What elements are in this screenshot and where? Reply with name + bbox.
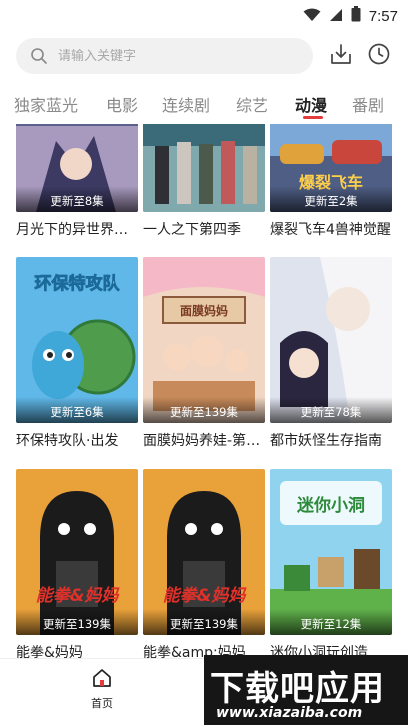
poster-text: 能拳&妈妈	[163, 586, 248, 606]
home-icon	[91, 669, 113, 693]
episode-badge: 更新至6集	[16, 397, 138, 423]
video-poster[interactable]: 能拳&妈妈 更新至139集	[16, 469, 138, 635]
history-button[interactable]	[365, 42, 393, 70]
video-grid: 更新至8集 月光下的异世界之旅 一人之下第四季 爆裂飞车 更新至2集 爆裂飞车4…	[0, 124, 408, 658]
video-title: 月光下的异世界之旅	[16, 222, 138, 238]
tab-exclusive-bluray[interactable]: 独家蓝光	[14, 92, 78, 116]
video-poster[interactable]: 爆裂飞车 更新至2集	[270, 124, 392, 212]
history-icon	[367, 42, 391, 70]
episode-badge: 更新至2集	[270, 186, 392, 212]
episode-badge: 更新至8集	[16, 186, 138, 212]
episode-badge: 更新至139集	[16, 609, 138, 635]
download-icon	[329, 42, 353, 70]
download-button[interactable]	[327, 42, 355, 70]
video-poster[interactable]: 迷你小洞 更新至12集	[270, 469, 392, 635]
video-poster[interactable]: 更新至8集	[16, 124, 138, 212]
tab-movies[interactable]: 电影	[106, 92, 138, 116]
video-title: 都市妖怪生存指南	[270, 433, 382, 449]
watermark-text: 下载吧应用	[210, 669, 385, 709]
battery-icon	[351, 6, 361, 26]
video-poster[interactable]: 更新至78集	[270, 257, 392, 423]
tab-variety[interactable]: 综艺	[236, 92, 268, 116]
search-bar[interactable]	[16, 38, 313, 74]
tab-bangumi[interactable]: 番剧	[352, 92, 384, 116]
tab-anime[interactable]: 动漫	[295, 92, 327, 116]
status-bar: 7:57	[0, 0, 408, 30]
video-card[interactable]: 更新至8集 月光下的异世界之旅	[16, 124, 138, 239]
search-icon	[30, 47, 48, 65]
video-poster[interactable]: 面膜妈妈 更新至139集	[143, 257, 265, 423]
video-poster[interactable]: 能拳&妈妈 更新至139集	[143, 469, 265, 635]
video-title: 能拳&妈妈	[16, 645, 83, 658]
poster-text: 能拳&妈妈	[36, 586, 121, 606]
status-icons: 7:57	[303, 6, 398, 26]
signal-icon	[329, 7, 343, 26]
watermark-url: www.xiazaiba.com	[216, 705, 363, 721]
video-card[interactable]: 一人之下第四季	[143, 124, 265, 239]
video-title: 环保特攻队·出发	[16, 433, 119, 449]
episode-badge: 更新至139集	[143, 397, 265, 423]
video-poster[interactable]: 环保特攻队 更新至6集	[16, 257, 138, 423]
active-tab-indicator	[303, 116, 323, 119]
nav-home[interactable]: 首页	[80, 667, 124, 711]
search-input[interactable]	[58, 48, 278, 64]
tab-series[interactable]: 连续剧	[162, 92, 210, 116]
video-poster[interactable]	[143, 124, 265, 212]
video-title: 一人之下第四季	[143, 222, 241, 238]
site-watermark: 下载吧应用 www.xiazaiba.com	[204, 655, 408, 725]
video-card[interactable]: 更新至78集 都市妖怪生存指南	[270, 257, 392, 450]
status-time: 7:57	[368, 7, 398, 25]
poster-text: 迷你小洞	[296, 495, 365, 516]
video-title: 爆裂飞车4兽神觉醒	[270, 222, 391, 238]
episode-badge: 更新至12集	[270, 609, 392, 635]
video-title: 面膜妈妈养娃-第二季	[143, 433, 265, 449]
video-card[interactable]: 迷你小洞 更新至12集 迷你小洞玩创造	[270, 469, 392, 658]
category-tabs: 独家蓝光 电影 连续剧 综艺 动漫 番剧	[0, 84, 408, 124]
episode-badge: 更新至139集	[143, 609, 265, 635]
video-card[interactable]: 能拳&妈妈 更新至139集 能拳&amp;妈妈	[143, 469, 265, 658]
episode-badge: 更新至78集	[270, 397, 392, 423]
video-card[interactable]: 能拳&妈妈 更新至139集 能拳&妈妈	[16, 469, 138, 658]
nav-home-label: 首页	[91, 697, 113, 710]
video-card[interactable]: 爆裂飞车 更新至2集 爆裂飞车4兽神觉醒	[270, 124, 392, 239]
wifi-icon	[303, 7, 321, 26]
video-card[interactable]: 环保特攻队 更新至6集 环保特攻队·出发	[16, 257, 138, 450]
poster-text: 环保特攻队	[35, 273, 121, 294]
video-card[interactable]: 面膜妈妈 更新至139集 面膜妈妈养娃-第二季	[143, 257, 265, 450]
poster-text: 面膜妈妈	[180, 303, 228, 318]
